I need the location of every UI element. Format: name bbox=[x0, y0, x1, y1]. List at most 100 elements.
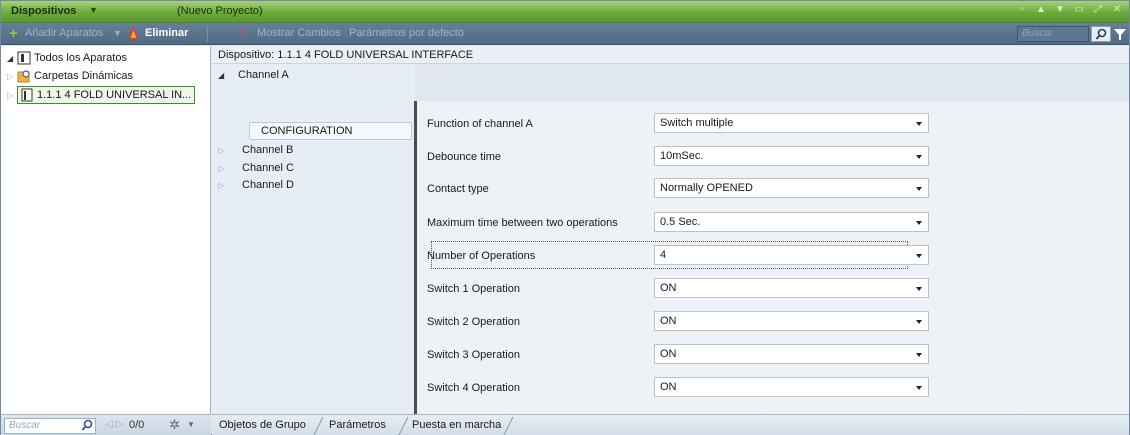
chevron-down-icon bbox=[916, 122, 922, 126]
param-select[interactable]: ON bbox=[654, 278, 929, 298]
project-name: (Nuevo Proyecto) bbox=[177, 5, 263, 17]
delete-button[interactable]: Eliminar bbox=[145, 27, 188, 39]
channel-label: Channel D bbox=[242, 179, 294, 191]
channel-label: Channel A bbox=[238, 69, 289, 81]
show-changes-button[interactable]: Mostrar Cambios bbox=[257, 27, 341, 39]
title-dropdown-icon[interactable]: ▼ bbox=[89, 5, 98, 15]
tree-item-label: 1.1.1 4 FOLD UNIVERSAL IN... bbox=[37, 89, 192, 101]
param-label: Function of channel A bbox=[427, 118, 533, 130]
param-label: Switch 3 Operation bbox=[427, 349, 520, 361]
param-select[interactable]: ON bbox=[654, 377, 929, 397]
param-select[interactable]: Switch multiple bbox=[654, 113, 929, 133]
param-label: Contact type bbox=[427, 183, 489, 195]
gear-icon[interactable]: ✲ bbox=[169, 417, 180, 433]
param-label: Switch 4 Operation bbox=[427, 382, 520, 394]
chevron-down-icon bbox=[916, 221, 922, 225]
channel-item-a[interactable]: ◢ Channel A bbox=[218, 68, 289, 82]
restore-icon[interactable]: ▫ bbox=[1016, 4, 1028, 16]
delete-icon bbox=[128, 27, 139, 39]
search-input[interactable]: Buscar bbox=[1017, 26, 1089, 42]
channel-item-c[interactable]: ▷ Channel C bbox=[218, 162, 294, 174]
param-value: ON bbox=[660, 348, 677, 360]
collapsed-icon[interactable]: ▷ bbox=[7, 91, 17, 100]
filter-icon[interactable] bbox=[1113, 26, 1127, 42]
param-select[interactable]: Normally OPENED bbox=[654, 178, 929, 198]
chevron-down-icon bbox=[916, 353, 922, 357]
tab-bar: Objetos de Grupo Parámetros Puesta en ma… bbox=[212, 414, 1129, 435]
param-select[interactable]: ON bbox=[654, 344, 929, 364]
toolbar-divider bbox=[207, 26, 208, 42]
collapsed-icon[interactable]: ▷ bbox=[218, 181, 242, 190]
param-label: Debounce time bbox=[427, 151, 501, 163]
param-value: Switch multiple bbox=[660, 117, 734, 129]
expanded-icon[interactable]: ◢ bbox=[7, 54, 17, 63]
selected-device[interactable]: 1.1.1 4 FOLD UNIVERSAL IN... bbox=[17, 86, 196, 104]
window-controls: ▫ ▲ ▼ ▭ ⤢ ✕ bbox=[1016, 4, 1123, 16]
param-value: 4 bbox=[660, 249, 667, 261]
tab-separator bbox=[503, 416, 514, 435]
chevron-down-icon bbox=[916, 254, 922, 258]
result-count: 0/0 bbox=[129, 419, 145, 431]
search-icon[interactable] bbox=[79, 418, 95, 434]
channel-tree: ◢ Channel A bbox=[212, 64, 415, 414]
param-value: ON bbox=[660, 381, 677, 393]
search-button[interactable] bbox=[1091, 26, 1111, 42]
panel-title[interactable]: Dispositivos bbox=[11, 5, 76, 17]
channel-item-d[interactable]: ▷ Channel D bbox=[218, 179, 294, 191]
param-label: Maximum time between two operations bbox=[427, 217, 618, 229]
chevron-down-icon[interactable]: ▼ bbox=[187, 420, 195, 429]
param-select[interactable]: 10mSec. bbox=[654, 146, 929, 166]
prev-next-icon[interactable]: ◁ ▷ bbox=[105, 419, 123, 430]
dynamic-folder-icon bbox=[17, 70, 30, 83]
arrow-down-icon[interactable]: ▼ bbox=[1054, 4, 1066, 16]
tree-item-label: Carpetas Dinámicas bbox=[34, 70, 134, 82]
devices-icon bbox=[17, 51, 31, 65]
parameters-panel: Function of channel A Switch multiple De… bbox=[417, 101, 1129, 414]
tab-commissioning[interactable]: Puesta en marcha bbox=[412, 419, 501, 431]
tree-item-device[interactable]: ▷ 1.1.1 4 FOLD UNIVERSAL IN... bbox=[7, 85, 196, 105]
default-parameters-button[interactable]: Parámetros por defecto bbox=[349, 27, 464, 39]
plus-icon: + bbox=[9, 25, 18, 42]
device-tree: ◢ Todos los Aparatos ▷ Carpetas Dinámica… bbox=[1, 46, 211, 414]
toolbar: + Añadir Aparatos ▼ Eliminar ! Mostrar C… bbox=[1, 23, 1129, 45]
param-label: Number of Operations bbox=[427, 250, 536, 262]
configuration-label: CONFIGURATION bbox=[261, 125, 353, 137]
collapsed-icon[interactable]: ▷ bbox=[218, 164, 242, 173]
param-value: 10mSec. bbox=[660, 150, 704, 162]
param-label: Switch 1 Operation bbox=[427, 283, 520, 295]
tree-item-dynamic-folders[interactable]: ▷ Carpetas Dinámicas bbox=[7, 68, 133, 84]
param-value: ON bbox=[660, 315, 677, 327]
collapsed-icon[interactable]: ▷ bbox=[7, 72, 17, 81]
param-select[interactable]: 0.5 Sec. bbox=[654, 212, 929, 232]
tree-item-all-devices[interactable]: ◢ Todos los Aparatos bbox=[7, 50, 127, 66]
app-window: Dispositivos ▼ (Nuevo Proyecto) ▫ ▲ ▼ ▭ … bbox=[0, 0, 1130, 435]
tab-parameters[interactable]: Parámetros bbox=[329, 419, 386, 431]
device-title: Dispositivo: 1.1.1 4 FOLD UNIVERSAL INTE… bbox=[212, 46, 1129, 64]
tab-group-objects[interactable]: Objetos de Grupo bbox=[219, 419, 306, 431]
tree-item-label: Todos los Aparatos bbox=[34, 52, 127, 64]
param-value: 0.5 Sec. bbox=[660, 216, 701, 228]
channel-label: Channel C bbox=[242, 162, 294, 174]
add-devices-button[interactable]: Añadir Aparatos bbox=[25, 27, 103, 39]
param-select[interactable]: 4 bbox=[654, 245, 929, 265]
chevron-down-icon bbox=[916, 386, 922, 390]
channel-item-b[interactable]: ▷ Channel B bbox=[218, 144, 293, 156]
chevron-down-icon bbox=[916, 155, 922, 159]
title-bar: Dispositivos ▼ (Nuevo Proyecto) ▫ ▲ ▼ ▭ … bbox=[1, 1, 1129, 23]
arrow-up-icon[interactable]: ▲ bbox=[1035, 4, 1047, 16]
collapsed-icon[interactable]: ▷ bbox=[218, 146, 242, 155]
add-dropdown-icon[interactable]: ▼ bbox=[113, 28, 122, 38]
tree-footer: Buscar ◁ ▷ 0/0 ✲ ▼ bbox=[1, 414, 211, 435]
channel-label: Channel B bbox=[242, 144, 294, 156]
tab-separator bbox=[313, 416, 324, 435]
minimize-icon[interactable]: ⤢ bbox=[1092, 4, 1104, 16]
chevron-down-icon bbox=[916, 320, 922, 324]
tab-separator bbox=[398, 416, 409, 435]
search-icon bbox=[1095, 28, 1107, 40]
chevron-down-icon bbox=[916, 187, 922, 191]
device-icon bbox=[21, 88, 33, 102]
maximize-icon[interactable]: ▭ bbox=[1073, 4, 1085, 16]
expanded-icon[interactable]: ◢ bbox=[218, 71, 238, 80]
close-icon[interactable]: ✕ bbox=[1111, 4, 1123, 16]
param-select[interactable]: ON bbox=[654, 311, 929, 331]
